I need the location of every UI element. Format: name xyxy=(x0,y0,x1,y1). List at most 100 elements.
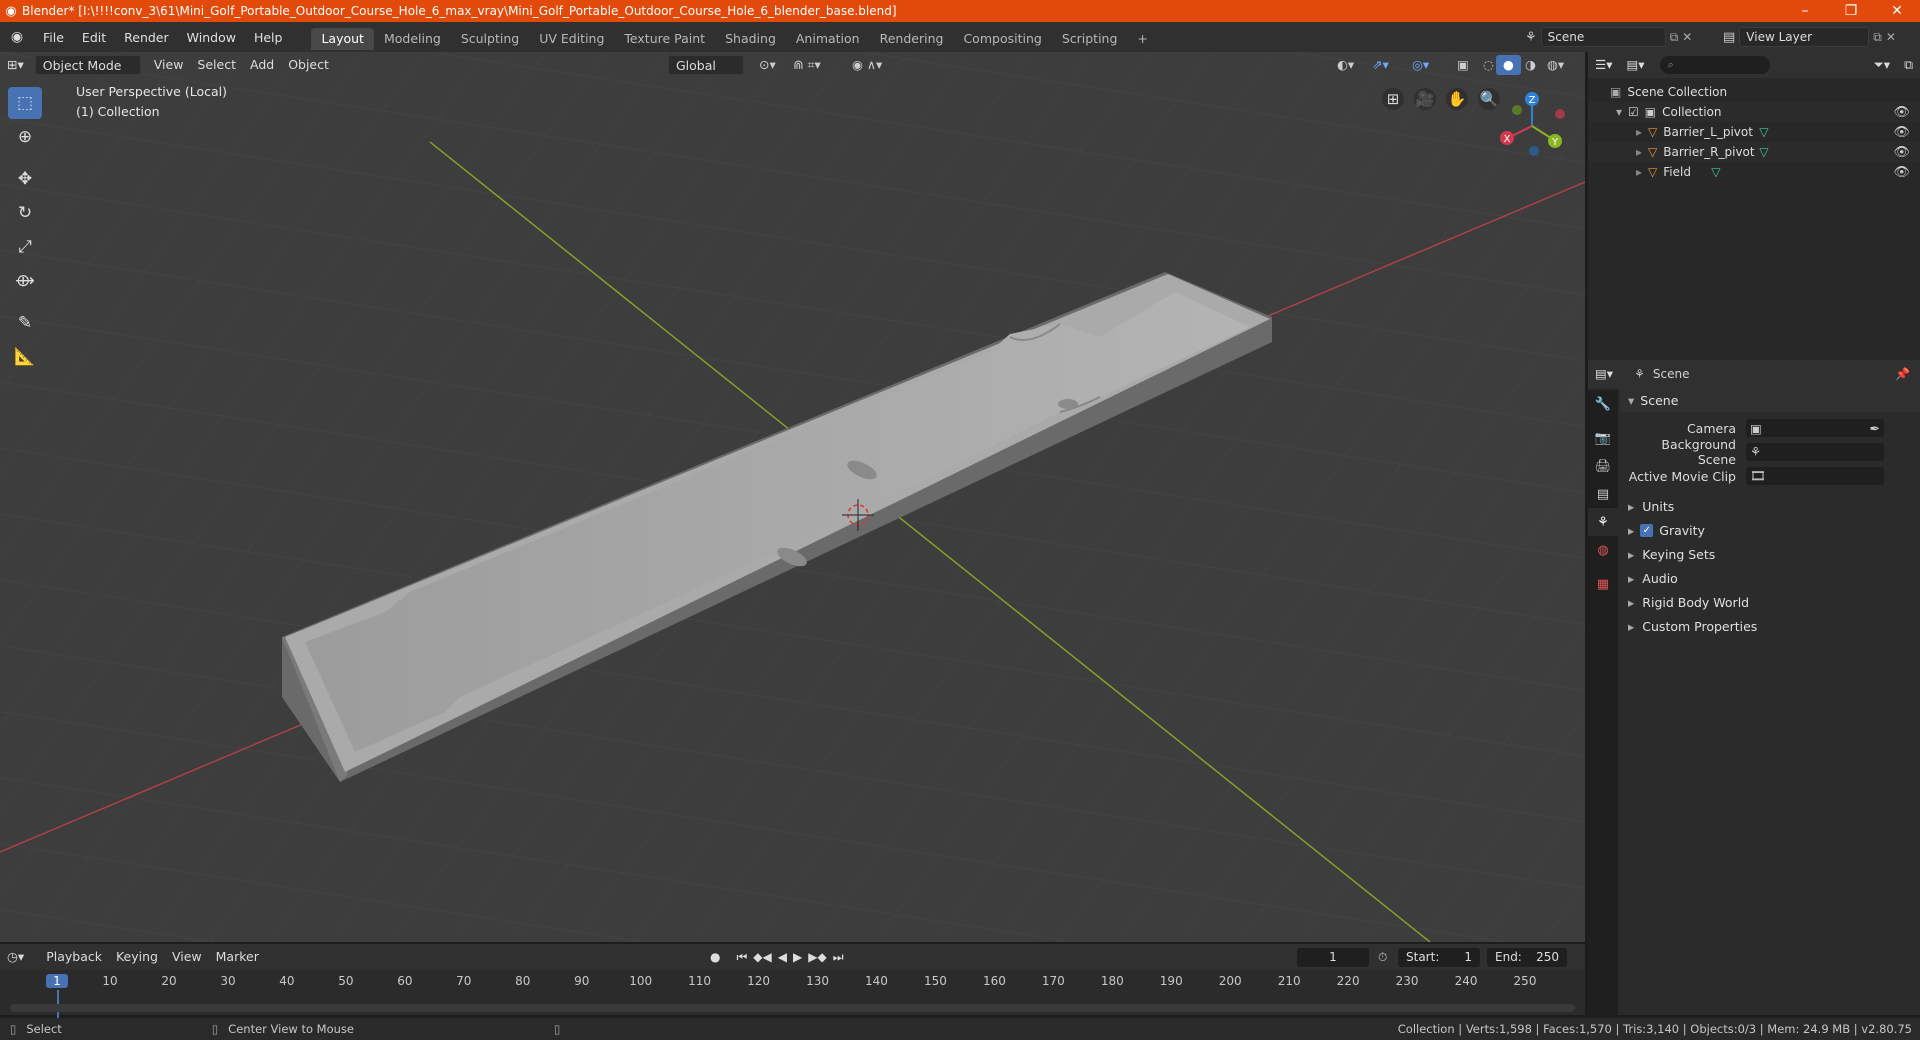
add-workspace-button[interactable]: + xyxy=(1127,28,1157,50)
next-keyframe-icon[interactable]: ▶◆ xyxy=(808,950,826,965)
camera-field[interactable]: ▣ ✒ xyxy=(1746,419,1884,437)
filter-icon[interactable]: ⏷▾ xyxy=(1867,55,1897,75)
timeline-menu-playback[interactable]: Playback xyxy=(39,947,109,967)
outliner-collection[interactable]: ▾ ☑ ▣ Collection 👁 xyxy=(1588,102,1920,122)
tab-animation[interactable]: Animation xyxy=(786,28,870,50)
close-button[interactable]: ✕ xyxy=(1874,3,1920,19)
outliner-item-barrier-l[interactable]: ▸ ▽ Barrier_L_pivot ▽ 👁 xyxy=(1588,122,1920,142)
scale-tool-icon[interactable]: ⤢ xyxy=(8,231,42,263)
menu-edit[interactable]: Edit xyxy=(73,30,115,45)
prev-keyframe-icon[interactable]: ◆◀ xyxy=(753,950,771,965)
view-layer-selector[interactable]: View Layer xyxy=(1739,27,1870,47)
transform-tool-icon[interactable]: ⟴ xyxy=(8,265,42,297)
eyedropper-icon[interactable]: ✒ xyxy=(1870,421,1880,436)
shading-rendered-icon[interactable]: ◍▾ xyxy=(1540,55,1571,75)
visibility-eye-icon[interactable]: 👁 xyxy=(1893,125,1910,140)
proportional-edit-icon[interactable]: ◉ ∧▾ xyxy=(845,55,889,75)
visibility-eye-icon[interactable]: 👁 xyxy=(1893,105,1910,120)
transform-orientation-selector[interactable]: Global xyxy=(668,55,744,75)
tab-rendering[interactable]: Rendering xyxy=(870,28,954,50)
keying-sets-panel-header[interactable]: ▸ Keying Sets xyxy=(1620,542,1920,566)
pin-icon[interactable]: 📌 xyxy=(1895,367,1910,381)
timeline-menu-marker[interactable]: Marker xyxy=(209,947,266,967)
jump-start-icon[interactable]: ⏮ xyxy=(736,950,747,965)
custom-properties-panel-header[interactable]: ▸ Custom Properties xyxy=(1620,614,1920,638)
toggle-camera-grid-icon[interactable]: ⊞ xyxy=(1382,88,1404,110)
visibility-icon[interactable]: ◐▾ xyxy=(1330,55,1361,75)
view-layer-tab-icon[interactable]: ▤ xyxy=(1588,480,1618,508)
scene-icon[interactable]: ⚘ xyxy=(1525,30,1537,45)
timeline-editor-type-icon[interactable]: ◷▾ xyxy=(0,947,31,967)
outliner-item-barrier-r[interactable]: ▸ ▽ Barrier_R_pivot ▽ 👁 xyxy=(1588,142,1920,162)
snap-icon[interactable]: ⋒ ⌗▾ xyxy=(786,55,828,75)
scene-tab-icon[interactable]: ⚘ xyxy=(1588,508,1618,536)
audio-panel-header[interactable]: ▸ Audio xyxy=(1620,566,1920,590)
timeline-ruler[interactable]: 1 10 20 30 40 50 60 70 80 90 100 110 120 130 140 150 160… xyxy=(0,970,1585,1018)
annotate-tool-icon[interactable]: ✎ xyxy=(8,307,42,339)
mode-selector[interactable]: Object Mode xyxy=(34,55,141,75)
preview-range-icon[interactable]: ⏱ xyxy=(1378,950,1387,965)
view-layer-icon[interactable]: ▤ xyxy=(1723,30,1735,45)
new-view-layer-icon[interactable]: ⧉ xyxy=(1873,30,1882,45)
pivot-point-icon[interactable]: ⊙▾ xyxy=(752,55,783,75)
mesh-data-icon[interactable]: ▽ xyxy=(1759,145,1768,159)
blender-menu-icon[interactable]: ◉ xyxy=(0,29,34,45)
visibility-eye-icon[interactable]: 👁 xyxy=(1893,165,1910,180)
delete-view-layer-icon[interactable]: ✕ xyxy=(1886,30,1896,44)
gravity-checkbox[interactable]: ✓ xyxy=(1640,523,1654,537)
select-box-tool-icon[interactable]: ⬚ xyxy=(8,87,42,119)
timeline-scrollbar[interactable] xyxy=(10,1004,1575,1012)
tab-texture-paint[interactable]: Texture Paint xyxy=(614,28,715,50)
outliner-editor-type-icon[interactable]: ☰▾ xyxy=(1588,55,1619,75)
viewport-menu-add[interactable]: Add xyxy=(243,55,281,75)
outliner-item-field[interactable]: ▸ ▽ Field ▽ 👁 xyxy=(1588,162,1920,182)
play-icon[interactable]: ▶ xyxy=(793,950,802,965)
viewport-menu-object[interactable]: Object xyxy=(281,55,336,75)
display-mode-icon[interactable]: ▤▾ xyxy=(1619,55,1651,75)
play-reverse-icon[interactable]: ◀ xyxy=(778,950,787,965)
axis-gizmo[interactable]: Z Y X xyxy=(1490,84,1570,164)
gravity-panel-header[interactable]: ▸ ✓ Gravity xyxy=(1620,518,1920,542)
minimize-button[interactable]: – xyxy=(1782,3,1828,19)
render-tab-icon[interactable]: 📷 xyxy=(1588,424,1618,452)
gizmo-toggle-icon[interactable]: ⇗▾ xyxy=(1365,55,1396,75)
tool-tab-icon[interactable]: 🔧 xyxy=(1588,390,1618,418)
measure-tool-icon[interactable]: 📐 xyxy=(8,341,42,373)
texture-tab-icon[interactable]: ▦ xyxy=(1588,570,1618,598)
menu-file[interactable]: File xyxy=(34,30,73,45)
maximize-button[interactable]: ❐ xyxy=(1828,3,1874,19)
rotate-tool-icon[interactable]: ↻ xyxy=(8,197,42,229)
editor-type-icon[interactable]: ⊞▾ xyxy=(0,55,31,75)
outliner-scene-collection[interactable]: ▣ Scene Collection xyxy=(1588,82,1920,102)
start-frame-field[interactable]: Start: 1 xyxy=(1398,947,1480,967)
expand-arrow-icon[interactable]: ▸ xyxy=(1636,165,1642,179)
end-frame-field[interactable]: End: 250 xyxy=(1487,947,1567,967)
properties-editor-type-icon[interactable]: ▤▾ xyxy=(1588,364,1620,384)
record-icon[interactable]: ● xyxy=(710,950,720,965)
mesh-data-icon[interactable]: ▽ xyxy=(1759,125,1768,139)
visibility-eye-icon[interactable]: 👁 xyxy=(1893,145,1910,160)
mesh-data-icon[interactable]: ▽ xyxy=(1711,165,1720,179)
output-tab-icon[interactable]: 🖨 xyxy=(1588,452,1618,480)
outliner-search-input[interactable]: ⌕ xyxy=(1659,56,1770,74)
delete-scene-icon[interactable]: ✕ xyxy=(1682,30,1692,44)
menu-help[interactable]: Help xyxy=(245,30,292,45)
world-tab-icon[interactable]: ◍ xyxy=(1588,536,1618,564)
tab-shading[interactable]: Shading xyxy=(715,28,786,50)
camera-view-icon[interactable]: 🎥 xyxy=(1414,88,1436,110)
tab-scripting[interactable]: Scripting xyxy=(1052,28,1128,50)
overlays-toggle-icon[interactable]: ◎▾ xyxy=(1405,55,1436,75)
3d-viewport[interactable] xyxy=(0,52,1585,942)
rigid-body-world-panel-header[interactable]: ▸ Rigid Body World xyxy=(1620,590,1920,614)
expand-arrow-icon[interactable]: ▸ xyxy=(1636,125,1642,139)
background-scene-field[interactable]: ⚘ xyxy=(1746,443,1884,461)
timeline-menu-keying[interactable]: Keying xyxy=(109,947,165,967)
expand-arrow-icon[interactable]: ▸ xyxy=(1636,145,1642,159)
timeline-menu-view[interactable]: View xyxy=(165,947,209,967)
tab-layout[interactable]: Layout xyxy=(311,28,374,50)
tab-compositing[interactable]: Compositing xyxy=(953,28,1051,50)
expand-arrow-icon[interactable]: ▾ xyxy=(1616,105,1622,119)
cursor-tool-icon[interactable]: ⊕ xyxy=(8,121,42,153)
move-tool-icon[interactable]: ✥ xyxy=(8,163,42,195)
menu-render[interactable]: Render xyxy=(115,30,178,45)
